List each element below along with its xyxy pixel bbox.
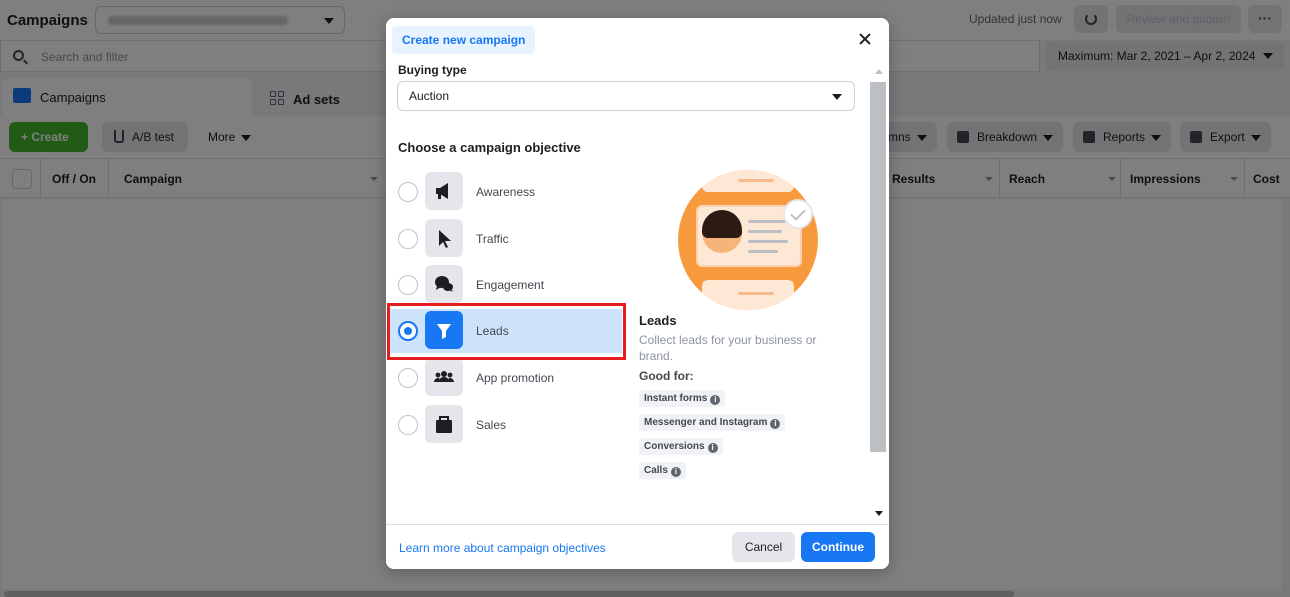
good-for-chip: Conversions i [639, 438, 723, 455]
shopping-bag-icon [425, 405, 463, 443]
info-icon[interactable]: i [707, 443, 718, 453]
annotation-highlight [387, 303, 626, 360]
good-for-chip: Messenger and Instagram i [639, 414, 786, 431]
info-icon[interactable]: i [770, 419, 781, 429]
objective-label: App promotion [476, 371, 555, 385]
radio-button[interactable] [398, 275, 418, 295]
chat-bubbles-icon [425, 265, 463, 303]
objective-traffic[interactable]: Traffic [390, 217, 622, 261]
objective-detail-title: Leads [639, 313, 677, 328]
cancel-button[interactable]: Cancel [732, 532, 795, 562]
objective-awareness[interactable]: Awareness [390, 170, 622, 214]
people-icon [425, 358, 463, 396]
cursor-icon [425, 219, 463, 257]
dialog-scrollbar-thumb[interactable] [870, 82, 886, 452]
objective-label: Awareness [476, 185, 536, 199]
chip-label: Calls [644, 465, 668, 476]
good-for-label: Good for: [639, 369, 694, 383]
objective-label: Sales [476, 418, 507, 432]
scroll-down-arrow-icon[interactable] [875, 511, 883, 516]
leads-illustration [678, 170, 818, 310]
learn-more-link[interactable]: Learn more about campaign objectives [399, 541, 606, 555]
radio-button[interactable] [398, 229, 418, 249]
objective-detail-description: Collect leads for your business or brand… [639, 333, 817, 363]
close-icon[interactable] [855, 29, 875, 49]
buying-type-label: Buying type [398, 63, 467, 77]
create-campaign-dialog: Create new campaign Buying type Auction … [386, 18, 889, 569]
dialog-tab-create-campaign[interactable]: Create new campaign [392, 26, 536, 54]
radio-button[interactable] [398, 368, 418, 388]
buying-type-value: Auction [409, 89, 450, 103]
check-icon [783, 199, 813, 229]
good-for-chip: Instant forms i [639, 390, 726, 407]
radio-button[interactable] [398, 415, 418, 435]
objective-sales[interactable]: Sales [390, 403, 622, 447]
objective-label: Engagement [476, 278, 545, 292]
info-icon[interactable]: i [670, 467, 681, 477]
objective-label: Traffic [476, 232, 509, 246]
radio-button[interactable] [398, 182, 418, 202]
objective-heading: Choose a campaign objective [398, 140, 581, 155]
chip-label: Messenger and Instagram [644, 417, 768, 428]
objective-app-promotion[interactable]: App promotion [390, 356, 622, 400]
chip-label: Conversions [644, 441, 705, 452]
continue-button[interactable]: Continue [801, 532, 875, 562]
objective-engagement[interactable]: Engagement [390, 263, 622, 307]
scroll-up-arrow-icon[interactable] [875, 69, 883, 74]
good-for-chip: Calls i [639, 462, 686, 479]
dialog-footer: Learn more about campaign objectives Can… [386, 524, 889, 569]
info-icon[interactable]: i [710, 395, 721, 405]
chip-label: Instant forms [644, 393, 708, 404]
chevron-down-icon [832, 94, 842, 100]
buying-type-select[interactable]: Auction [397, 81, 855, 111]
megaphone-icon [425, 172, 463, 210]
